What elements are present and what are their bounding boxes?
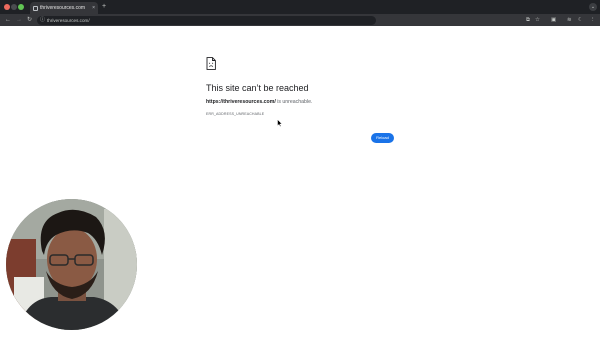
reload-button[interactable]: Reload	[371, 133, 394, 143]
forward-arrow-icon[interactable]: →	[16, 14, 22, 26]
tab-close-icon[interactable]: ×	[92, 2, 95, 14]
tab-title: thriveresources.com	[40, 5, 86, 11]
browser-toolbar: ← → ↻ ⓘ thriveresources.com/ ⧉ ☆ ▣ ≋ ☾ ⋮	[0, 14, 600, 26]
error-title: This site can’t be reached	[206, 83, 309, 93]
tab-search-button[interactable]: ⌄	[589, 3, 597, 11]
address-bar[interactable]: ⓘ thriveresources.com/	[37, 15, 376, 25]
new-tab-button[interactable]: +	[102, 1, 106, 13]
error-host: https://thriveresources.com/	[206, 99, 276, 105]
site-info-icon[interactable]: ⓘ	[40, 16, 45, 25]
error-detail: https://thriveresources.com/ is unreacha…	[206, 99, 312, 105]
extensions-icon[interactable]: ▣	[551, 14, 556, 26]
window-minimize-control[interactable]	[11, 4, 17, 10]
more-menu-icon[interactable]: ⋮	[590, 14, 596, 26]
dark-mode-icon[interactable]: ☾	[578, 14, 583, 26]
reload-icon[interactable]: ↻	[27, 14, 32, 26]
webcam-overlay	[6, 199, 137, 330]
webcam-video-feed	[6, 199, 137, 330]
window-zoom-control[interactable]	[18, 4, 24, 10]
address-bar-url[interactable]: thriveresources.com/	[47, 16, 90, 25]
tab-favicon-icon	[33, 5, 38, 11]
translate-icon[interactable]: ⧉	[526, 14, 530, 26]
bookmark-star-icon[interactable]: ☆	[535, 14, 540, 26]
sad-document-icon	[206, 57, 216, 70]
customize-icon[interactable]: ≋	[567, 14, 572, 26]
browser-titlebar: thriveresources.com × + ⌄	[0, 0, 600, 14]
error-code: ERR_ADDRESS_UNREACHABLE	[206, 112, 265, 116]
browser-tab[interactable]: thriveresources.com ×	[30, 2, 98, 14]
window-close-control[interactable]	[4, 4, 10, 10]
back-arrow-icon[interactable]: ←	[5, 14, 11, 26]
mouse-cursor-icon	[277, 119, 283, 127]
error-message: is unreachable.	[275, 99, 313, 105]
